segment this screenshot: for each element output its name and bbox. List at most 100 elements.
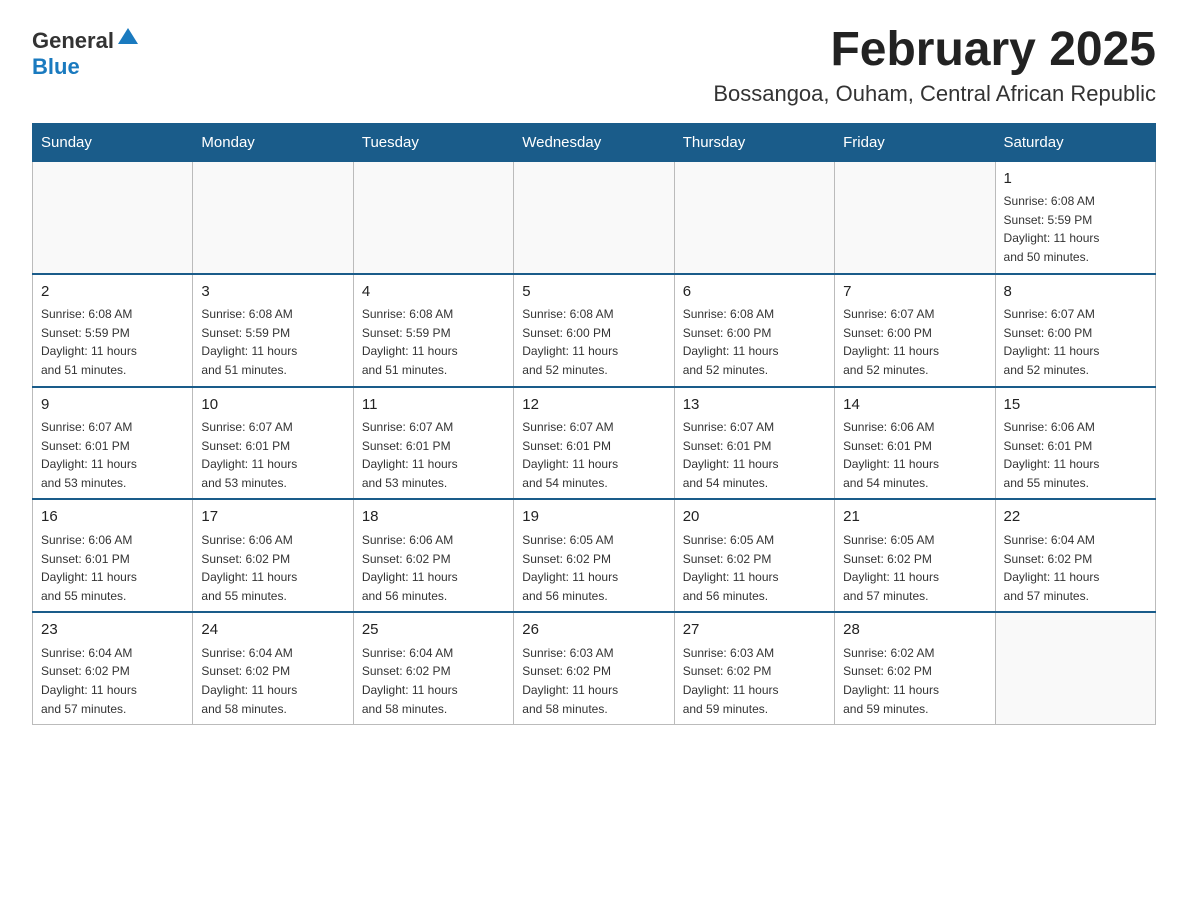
day-number: 26 <box>522 619 665 642</box>
calendar-subtitle: Bossangoa, Ouham, Central African Republ… <box>713 81 1156 107</box>
day-info: Sunrise: 6:05 AMSunset: 6:02 PMDaylight:… <box>843 531 986 605</box>
calendar-cell: 4Sunrise: 6:08 AMSunset: 5:59 PMDaylight… <box>353 274 513 387</box>
logo-text: General Blue <box>32 24 140 80</box>
calendar-cell: 24Sunrise: 6:04 AMSunset: 6:02 PMDayligh… <box>193 612 353 724</box>
calendar-cell <box>33 161 193 273</box>
calendar-cell: 21Sunrise: 6:05 AMSunset: 6:02 PMDayligh… <box>835 499 995 612</box>
calendar-cell: 25Sunrise: 6:04 AMSunset: 6:02 PMDayligh… <box>353 612 513 724</box>
day-info: Sunrise: 6:03 AMSunset: 6:02 PMDaylight:… <box>522 644 665 718</box>
day-info: Sunrise: 6:04 AMSunset: 6:02 PMDaylight:… <box>201 644 344 718</box>
day-info: Sunrise: 6:08 AMSunset: 5:59 PMDaylight:… <box>362 305 505 379</box>
calendar-cell: 20Sunrise: 6:05 AMSunset: 6:02 PMDayligh… <box>674 499 834 612</box>
day-number: 2 <box>41 281 184 304</box>
day-number: 17 <box>201 506 344 529</box>
calendar-cell <box>674 161 834 273</box>
calendar-cell: 9Sunrise: 6:07 AMSunset: 6:01 PMDaylight… <box>33 387 193 500</box>
day-info: Sunrise: 6:04 AMSunset: 6:02 PMDaylight:… <box>1004 531 1147 605</box>
day-header-friday: Friday <box>835 123 995 161</box>
calendar-cell <box>353 161 513 273</box>
day-info: Sunrise: 6:02 AMSunset: 6:02 PMDaylight:… <box>843 644 986 718</box>
day-info: Sunrise: 6:04 AMSunset: 6:02 PMDaylight:… <box>362 644 505 718</box>
day-number: 21 <box>843 506 986 529</box>
day-number: 9 <box>41 394 184 417</box>
calendar-cell: 12Sunrise: 6:07 AMSunset: 6:01 PMDayligh… <box>514 387 674 500</box>
calendar-week-row: 9Sunrise: 6:07 AMSunset: 6:01 PMDaylight… <box>33 387 1156 500</box>
day-number: 13 <box>683 394 826 417</box>
calendar-title: February 2025 <box>713 24 1156 77</box>
day-info: Sunrise: 6:06 AMSunset: 6:02 PMDaylight:… <box>362 531 505 605</box>
days-of-week-row: SundayMondayTuesdayWednesdayThursdayFrid… <box>33 123 1156 161</box>
day-number: 22 <box>1004 506 1147 529</box>
title-block: February 2025 Bossangoa, Ouham, Central … <box>713 24 1156 107</box>
day-number: 4 <box>362 281 505 304</box>
day-number: 19 <box>522 506 665 529</box>
calendar-cell: 13Sunrise: 6:07 AMSunset: 6:01 PMDayligh… <box>674 387 834 500</box>
calendar-cell: 11Sunrise: 6:07 AMSunset: 6:01 PMDayligh… <box>353 387 513 500</box>
calendar-week-row: 16Sunrise: 6:06 AMSunset: 6:01 PMDayligh… <box>33 499 1156 612</box>
calendar-cell: 18Sunrise: 6:06 AMSunset: 6:02 PMDayligh… <box>353 499 513 612</box>
day-info: Sunrise: 6:06 AMSunset: 6:01 PMDaylight:… <box>1004 418 1147 492</box>
logo: General Blue <box>32 24 140 80</box>
logo-general: General <box>32 28 114 53</box>
logo-blue: Blue <box>32 54 80 79</box>
day-number: 20 <box>683 506 826 529</box>
day-number: 14 <box>843 394 986 417</box>
day-info: Sunrise: 6:07 AMSunset: 6:01 PMDaylight:… <box>41 418 184 492</box>
calendar-cell: 15Sunrise: 6:06 AMSunset: 6:01 PMDayligh… <box>995 387 1155 500</box>
calendar-week-row: 1Sunrise: 6:08 AMSunset: 5:59 PMDaylight… <box>33 161 1156 273</box>
calendar-cell: 16Sunrise: 6:06 AMSunset: 6:01 PMDayligh… <box>33 499 193 612</box>
calendar-cell <box>193 161 353 273</box>
day-info: Sunrise: 6:08 AMSunset: 5:59 PMDaylight:… <box>1004 192 1147 266</box>
calendar-cell: 26Sunrise: 6:03 AMSunset: 6:02 PMDayligh… <box>514 612 674 724</box>
day-info: Sunrise: 6:08 AMSunset: 5:59 PMDaylight:… <box>201 305 344 379</box>
day-header-thursday: Thursday <box>674 123 834 161</box>
day-number: 18 <box>362 506 505 529</box>
day-info: Sunrise: 6:07 AMSunset: 6:01 PMDaylight:… <box>522 418 665 492</box>
calendar-cell: 6Sunrise: 6:08 AMSunset: 6:00 PMDaylight… <box>674 274 834 387</box>
calendar-cell: 8Sunrise: 6:07 AMSunset: 6:00 PMDaylight… <box>995 274 1155 387</box>
day-number: 11 <box>362 394 505 417</box>
day-number: 15 <box>1004 394 1147 417</box>
day-number: 27 <box>683 619 826 642</box>
calendar-cell: 2Sunrise: 6:08 AMSunset: 5:59 PMDaylight… <box>33 274 193 387</box>
day-number: 23 <box>41 619 184 642</box>
day-info: Sunrise: 6:05 AMSunset: 6:02 PMDaylight:… <box>683 531 826 605</box>
logo-triangle-icon <box>116 24 140 48</box>
day-number: 24 <box>201 619 344 642</box>
day-info: Sunrise: 6:07 AMSunset: 6:01 PMDaylight:… <box>362 418 505 492</box>
day-number: 5 <box>522 281 665 304</box>
calendar-cell: 19Sunrise: 6:05 AMSunset: 6:02 PMDayligh… <box>514 499 674 612</box>
day-number: 3 <box>201 281 344 304</box>
calendar-body: 1Sunrise: 6:08 AMSunset: 5:59 PMDaylight… <box>33 161 1156 724</box>
day-info: Sunrise: 6:04 AMSunset: 6:02 PMDaylight:… <box>41 644 184 718</box>
calendar-cell: 14Sunrise: 6:06 AMSunset: 6:01 PMDayligh… <box>835 387 995 500</box>
calendar-cell: 27Sunrise: 6:03 AMSunset: 6:02 PMDayligh… <box>674 612 834 724</box>
day-header-saturday: Saturday <box>995 123 1155 161</box>
calendar-cell <box>514 161 674 273</box>
calendar-cell: 3Sunrise: 6:08 AMSunset: 5:59 PMDaylight… <box>193 274 353 387</box>
day-number: 16 <box>41 506 184 529</box>
day-info: Sunrise: 6:05 AMSunset: 6:02 PMDaylight:… <box>522 531 665 605</box>
day-number: 10 <box>201 394 344 417</box>
calendar-cell: 5Sunrise: 6:08 AMSunset: 6:00 PMDaylight… <box>514 274 674 387</box>
calendar-cell: 28Sunrise: 6:02 AMSunset: 6:02 PMDayligh… <box>835 612 995 724</box>
day-info: Sunrise: 6:03 AMSunset: 6:02 PMDaylight:… <box>683 644 826 718</box>
day-info: Sunrise: 6:07 AMSunset: 6:01 PMDaylight:… <box>683 418 826 492</box>
calendar-table: SundayMondayTuesdayWednesdayThursdayFrid… <box>32 123 1156 725</box>
day-info: Sunrise: 6:07 AMSunset: 6:01 PMDaylight:… <box>201 418 344 492</box>
day-number: 1 <box>1004 168 1147 191</box>
calendar-cell: 22Sunrise: 6:04 AMSunset: 6:02 PMDayligh… <box>995 499 1155 612</box>
day-info: Sunrise: 6:07 AMSunset: 6:00 PMDaylight:… <box>843 305 986 379</box>
calendar-cell <box>835 161 995 273</box>
day-header-tuesday: Tuesday <box>353 123 513 161</box>
calendar-cell: 7Sunrise: 6:07 AMSunset: 6:00 PMDaylight… <box>835 274 995 387</box>
calendar-week-row: 2Sunrise: 6:08 AMSunset: 5:59 PMDaylight… <box>33 274 1156 387</box>
day-number: 8 <box>1004 281 1147 304</box>
calendar-cell: 10Sunrise: 6:07 AMSunset: 6:01 PMDayligh… <box>193 387 353 500</box>
day-number: 7 <box>843 281 986 304</box>
calendar-header: SundayMondayTuesdayWednesdayThursdayFrid… <box>33 123 1156 161</box>
day-number: 6 <box>683 281 826 304</box>
calendar-cell <box>995 612 1155 724</box>
day-info: Sunrise: 6:08 AMSunset: 6:00 PMDaylight:… <box>683 305 826 379</box>
day-info: Sunrise: 6:08 AMSunset: 5:59 PMDaylight:… <box>41 305 184 379</box>
